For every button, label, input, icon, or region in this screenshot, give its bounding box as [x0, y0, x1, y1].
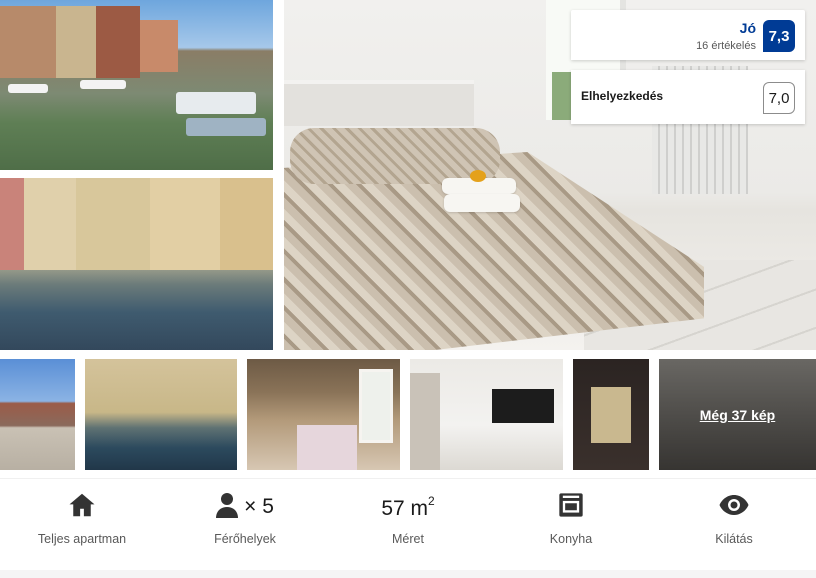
facade-shape [76, 178, 150, 270]
facility-kitchen: Konyha [489, 479, 653, 571]
size-value: 57 m2 [381, 493, 435, 520]
facility-label: Konyha [549, 532, 593, 546]
facility-whole-apartment: Teljes apartman [0, 479, 164, 571]
thumb-living-tv[interactable] [410, 359, 563, 470]
thumb-canal[interactable] [85, 359, 237, 470]
facility-label: Férőhelyek [214, 532, 276, 546]
thumb-kitchen-dining[interactable] [247, 359, 400, 470]
location-score: 7,0 [763, 82, 795, 114]
score-word: Jó [739, 20, 756, 36]
building-shape [56, 6, 96, 78]
building-shape [96, 6, 140, 78]
person-icon [216, 492, 239, 523]
size-unit-superscript: 2 [428, 493, 435, 508]
towel-shape [444, 194, 520, 212]
pillow-shape [290, 128, 500, 184]
window-view-shape [591, 387, 631, 443]
location-label: Elhelyezkedés [581, 89, 664, 103]
thumb-more-photos[interactable]: Még 37 kép [659, 359, 816, 470]
facility-view: Kilátás [652, 479, 816, 571]
facade-shape [150, 178, 220, 270]
score-badge: 7,3 [763, 20, 795, 52]
cabinet-shape [410, 373, 440, 470]
facade-shape [24, 178, 76, 270]
window-shape [359, 369, 393, 443]
tv-shape [492, 389, 554, 423]
review-overlay[interactable]: Jó 16 értékelés 7,3 Elhelyezkedés 7,0 [571, 10, 805, 124]
photo-canal-boats[interactable] [0, 0, 273, 170]
guest-count: × 5 [244, 495, 274, 518]
thumb-window-view[interactable] [573, 359, 649, 470]
headboard-shape [284, 80, 474, 126]
facade-shape [0, 178, 24, 270]
more-photos-overlay[interactable]: Még 37 kép [659, 359, 816, 470]
facility-label: Kilátás [715, 532, 753, 546]
more-photos-link[interactable]: Még 37 kép [700, 407, 775, 423]
table-shape [297, 425, 357, 470]
facility-beds: × 5 Férőhelyek [163, 479, 327, 571]
boat-shape [176, 92, 256, 114]
building-shape [140, 20, 178, 72]
building-shape [0, 6, 56, 78]
photo-bedroom[interactable]: Jó 16 értékelés 7,3 Elhelyezkedés 7,0 [284, 0, 816, 350]
review-score-card[interactable]: Jó 16 értékelés 7,3 [571, 10, 805, 60]
boat-shape [80, 80, 126, 89]
thumb-street[interactable] [0, 359, 75, 470]
house-icon [67, 490, 97, 525]
rubber-duck-shape [470, 170, 486, 182]
facility-label: Teljes apartman [37, 532, 127, 546]
facility-size: 57 m2 Méret [326, 479, 490, 571]
facade-shape [220, 178, 273, 270]
bottom-divider [0, 570, 816, 578]
eye-icon [719, 494, 749, 521]
boat-shape [8, 84, 48, 93]
review-count: 16 értékelés [696, 40, 756, 52]
location-score-card[interactable]: Elhelyezkedés 7,0 [571, 70, 805, 124]
photo-canal-reflection[interactable] [0, 178, 273, 350]
oven-icon [557, 491, 585, 524]
facility-label: Méret [392, 532, 424, 546]
facilities-strip: Teljes apartman × 5 Férőhelyek 57 m2 Mér… [0, 478, 816, 570]
boat-shape [186, 118, 266, 136]
